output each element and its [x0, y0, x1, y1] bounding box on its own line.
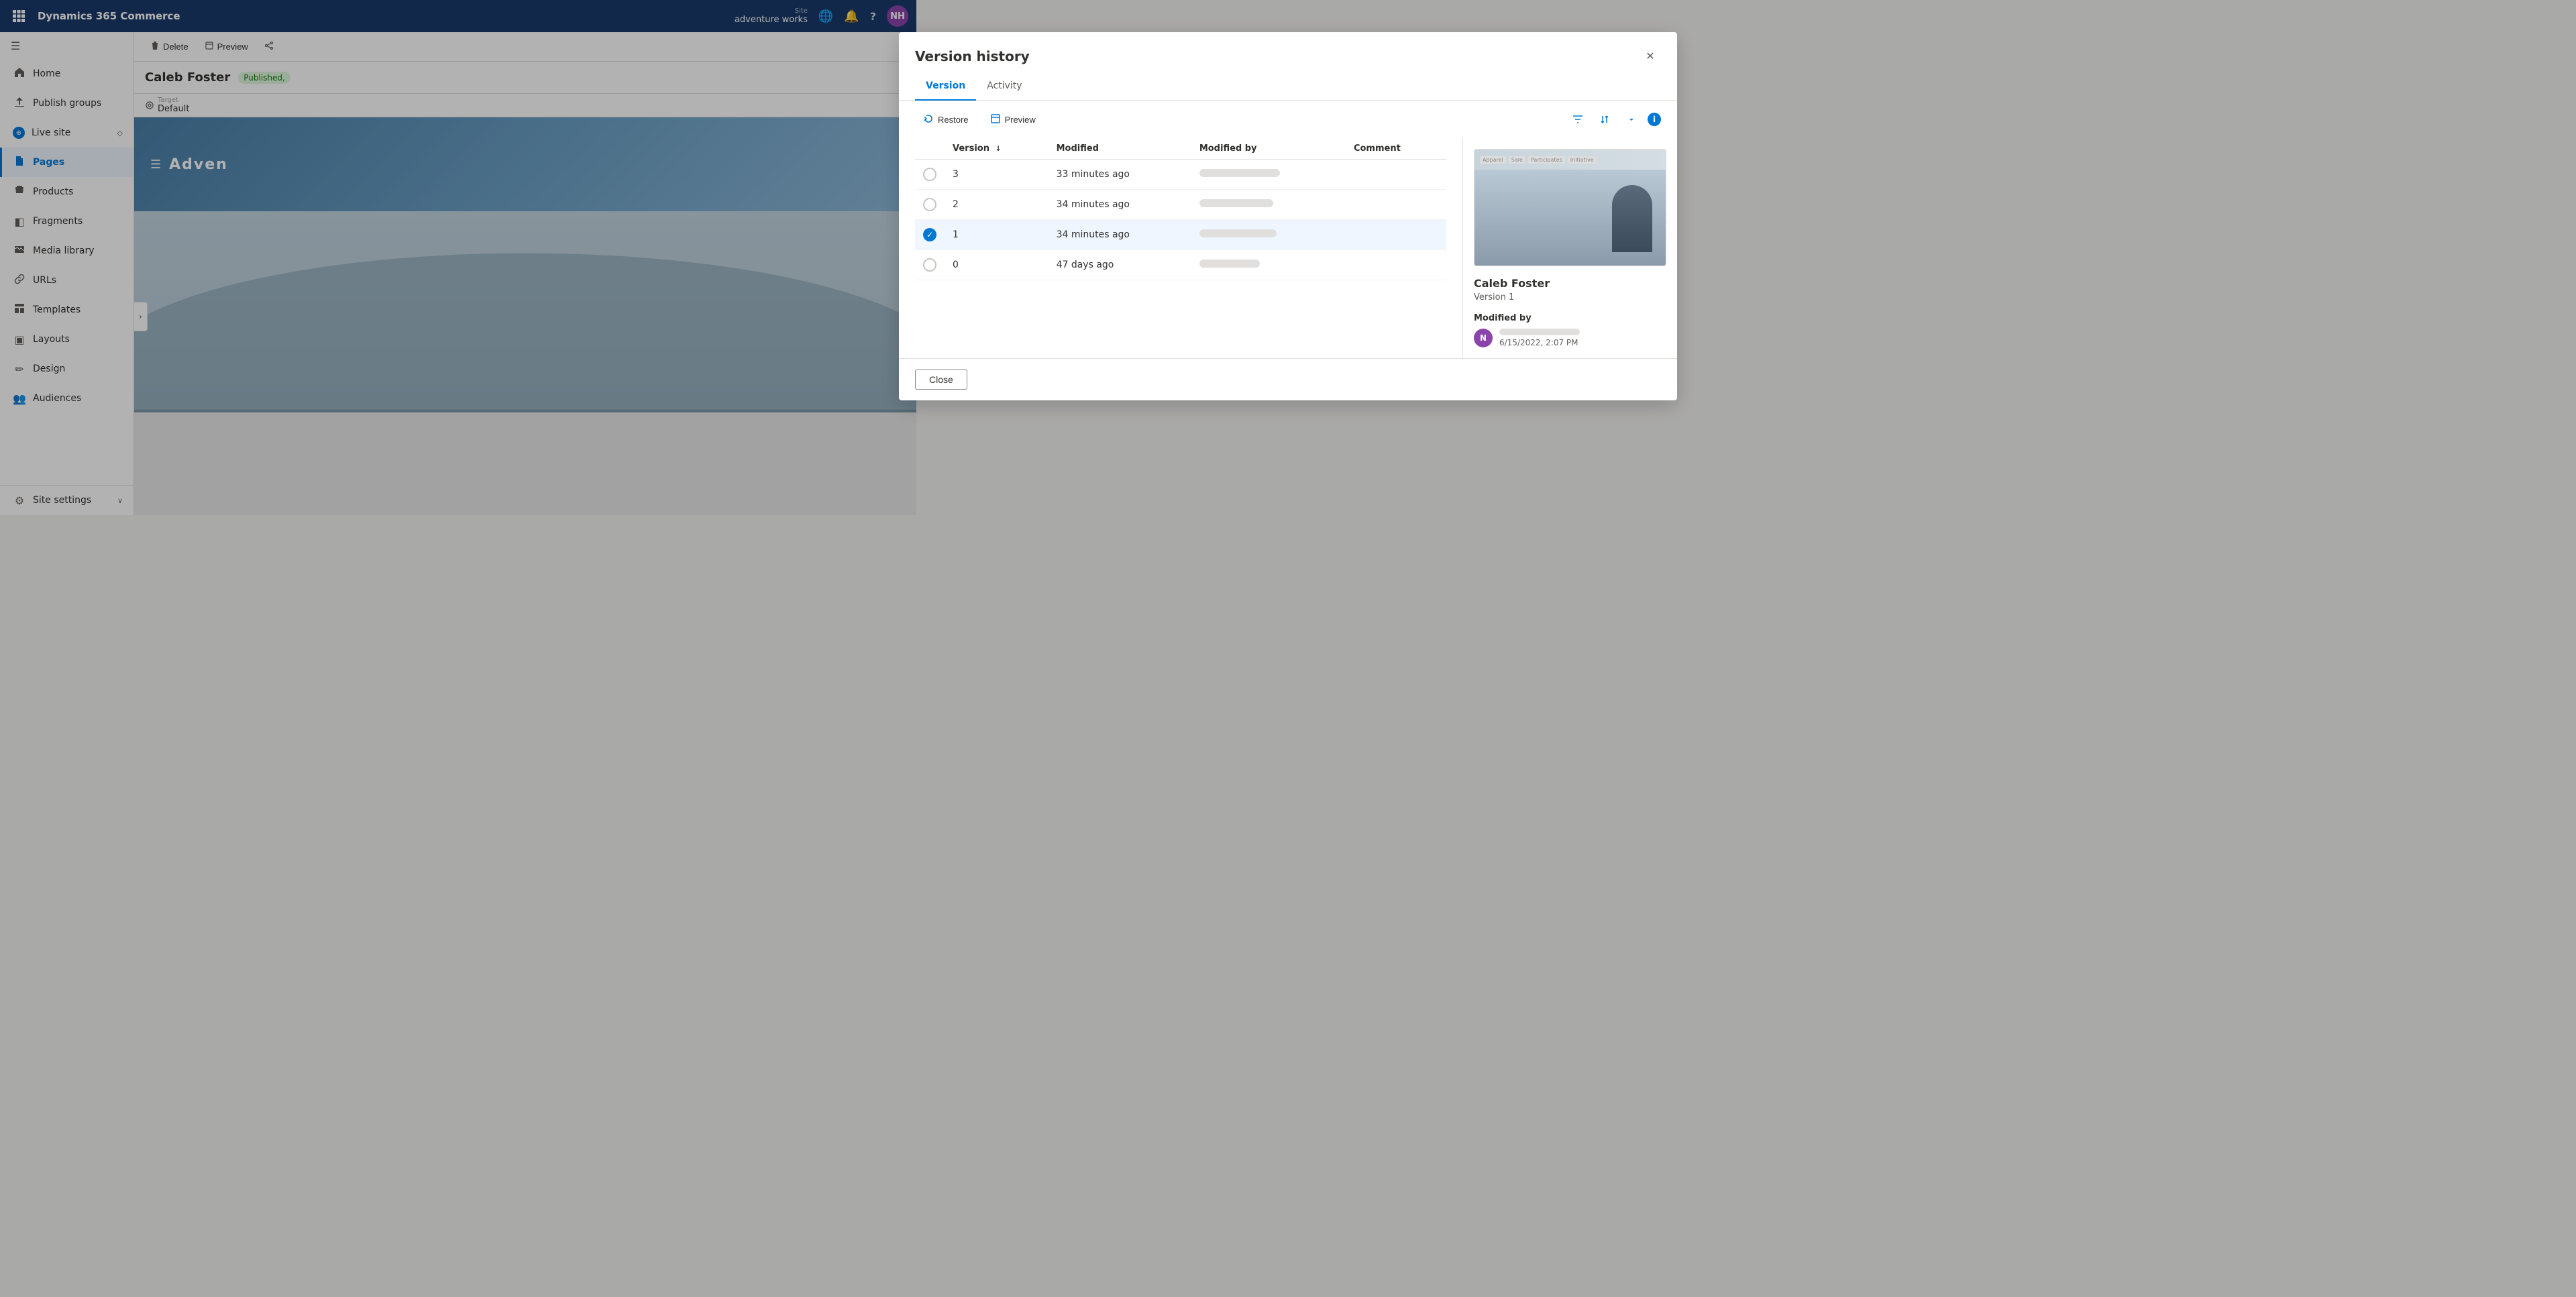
- modifier-name-redacted: [1499, 329, 1580, 335]
- row-check-3: [915, 160, 945, 190]
- row-comment-2: [1346, 190, 1446, 220]
- table-row[interactable]: 3 33 minutes ago: [915, 160, 1446, 190]
- unchecked-icon: [923, 198, 936, 211]
- table-row[interactable]: 0 47 days ago: [915, 250, 1446, 280]
- row-modified-3: 33 minutes ago: [1049, 160, 1191, 190]
- info-button[interactable]: i: [1648, 113, 1661, 126]
- row-check-0: [915, 250, 945, 280]
- sort-button[interactable]: [1594, 109, 1615, 130]
- row-modified-1: 34 minutes ago: [1049, 220, 1191, 250]
- preview-thumb-nav: Apparel Sale Participates Initiative: [1480, 156, 1597, 164]
- sort-arrow-icon: ↓: [996, 144, 1002, 153]
- tab-activity[interactable]: Activity: [976, 75, 1032, 101]
- col-comment: Comment: [1346, 138, 1446, 160]
- modal-footer: Close: [899, 358, 1677, 400]
- preview-page-name: Caleb Foster: [1474, 277, 1666, 290]
- preview-version-label: Version 1: [1474, 292, 1666, 302]
- col-check: [915, 138, 945, 160]
- unchecked-icon: [923, 168, 936, 181]
- table-row[interactable]: ✓ 1 34 minutes ago: [915, 220, 1446, 250]
- nav-item-1: Apparel: [1480, 156, 1506, 164]
- preview-thumbnail: Apparel Sale Participates Initiative: [1474, 149, 1666, 266]
- modal-preview-panel: Apparel Sale Participates Initiative Cal…: [1462, 138, 1677, 358]
- preview-thumb-hero: [1474, 170, 1666, 266]
- restore-button[interactable]: Restore: [915, 110, 977, 129]
- table-row[interactable]: 2 34 minutes ago: [915, 190, 1446, 220]
- row-check-2: [915, 190, 945, 220]
- row-comment-0: [1346, 250, 1446, 280]
- modal-toolbar-right: i: [1567, 109, 1661, 130]
- modal-header: Version history ✕: [899, 32, 1677, 67]
- modal-close-button[interactable]: ✕: [1640, 46, 1661, 67]
- modifier-avatar: N: [1474, 329, 1493, 347]
- row-modified-by-1: [1191, 220, 1346, 250]
- row-modified-0: 47 days ago: [1049, 250, 1191, 280]
- row-modified-by-2: [1191, 190, 1346, 220]
- redacted-name: [1199, 260, 1260, 268]
- nav-item-2: Sale: [1509, 156, 1525, 164]
- restore-icon: [923, 113, 934, 126]
- modifier-date: 6/15/2022, 2:07 PM: [1499, 338, 1580, 347]
- modal-title: Version history: [915, 48, 1030, 64]
- preview-modifier: N 6/15/2022, 2:07 PM: [1474, 329, 1666, 347]
- row-version-0: 0: [945, 250, 1049, 280]
- row-check-1: ✓: [915, 220, 945, 250]
- modifier-info: 6/15/2022, 2:07 PM: [1499, 329, 1580, 347]
- close-button[interactable]: Close: [915, 370, 967, 390]
- row-version-1: 1: [945, 220, 1049, 250]
- row-modified-2: 34 minutes ago: [1049, 190, 1191, 220]
- unchecked-icon: [923, 258, 936, 272]
- preview-modified-by-label: Modified by: [1474, 313, 1666, 323]
- modal-toolbar: Restore Preview i: [899, 101, 1677, 138]
- col-version[interactable]: Version ↓: [945, 138, 1049, 160]
- preview-figure: [1612, 185, 1652, 252]
- modal-toolbar-left: Restore Preview: [915, 110, 1044, 129]
- col-modified-by: Modified by: [1191, 138, 1346, 160]
- modal-overlay: Version history ✕ Version Activity Resto…: [0, 0, 2576, 1297]
- col-modified: Modified: [1049, 138, 1191, 160]
- preview-thumb-banner: Apparel Sale Participates Initiative: [1474, 150, 1666, 170]
- redacted-name: [1199, 199, 1273, 207]
- modal-tabs: Version Activity: [899, 67, 1677, 101]
- restore-label: Restore: [938, 115, 969, 125]
- nav-item-3: Participates: [1528, 156, 1565, 164]
- modal-preview-icon: [990, 113, 1001, 126]
- col-version-label: Version: [953, 144, 989, 154]
- sort-expand-button[interactable]: [1621, 109, 1642, 130]
- row-modified-by-0: [1191, 250, 1346, 280]
- nav-item-4: Initiative: [1568, 156, 1597, 164]
- redacted-name: [1199, 229, 1277, 237]
- row-modified-by-3: [1191, 160, 1346, 190]
- checked-icon: ✓: [923, 228, 936, 241]
- modal-body: Version ↓ Modified Modified by Comment: [899, 138, 1677, 358]
- row-comment-1: [1346, 220, 1446, 250]
- version-table-area: Version ↓ Modified Modified by Comment: [899, 138, 1462, 358]
- tab-version[interactable]: Version: [915, 75, 976, 101]
- row-version-3: 3: [945, 160, 1049, 190]
- filter-button[interactable]: [1567, 109, 1589, 130]
- modal-preview-button[interactable]: Preview: [982, 110, 1044, 129]
- row-version-2: 2: [945, 190, 1049, 220]
- modal-preview-label: Preview: [1005, 115, 1036, 125]
- row-comment-3: [1346, 160, 1446, 190]
- redacted-name: [1199, 169, 1280, 177]
- version-history-modal: Version history ✕ Version Activity Resto…: [899, 32, 1677, 400]
- version-table: Version ↓ Modified Modified by Comment: [915, 138, 1446, 280]
